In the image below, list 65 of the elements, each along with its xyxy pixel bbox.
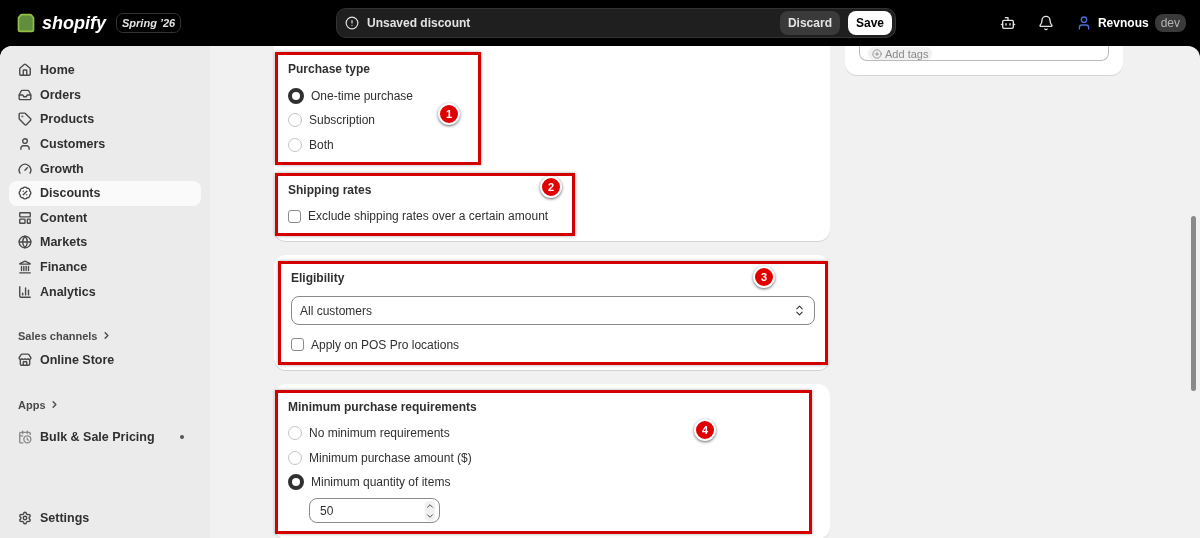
callout-number: 4 (694, 418, 716, 441)
sidebar-item[interactable]: Online Store (9, 347, 201, 373)
environment-badge: dev (1154, 14, 1186, 32)
inbox-icon (18, 87, 32, 102)
unsaved-notice-text: Unsaved discount (367, 16, 472, 30)
store-name: Revnous (1097, 16, 1149, 30)
sidebar-app-item[interactable]: Bulk & Sale Pricing (9, 424, 201, 450)
globe-icon (18, 235, 32, 250)
sidebar-item[interactable]: Analytics (9, 279, 201, 304)
layout-icon (18, 210, 32, 225)
person-icon (18, 137, 32, 152)
store-icon (18, 353, 32, 368)
section-title: Eligibility (291, 271, 345, 285)
discard-button[interactable]: Discard (779, 11, 840, 35)
house-icon (18, 63, 32, 78)
calendar-clock-icon (18, 429, 32, 444)
settings-icon (18, 510, 32, 525)
percent-badge-icon (18, 186, 32, 201)
scrollbar[interactable] (1191, 216, 1196, 391)
sidebar-section-link[interactable]: Sales channels (9, 323, 201, 348)
select-chevrons-icon (793, 304, 806, 317)
radio-button[interactable] (288, 87, 304, 104)
sidebar-item[interactable]: Markets (9, 230, 201, 255)
sidebar-section-link[interactable]: Apps (9, 392, 201, 417)
sidebar-item[interactable]: Discounts (9, 180, 201, 206)
sidebar-item[interactable]: Customers (9, 131, 201, 157)
sidebar-item[interactable]: Orders (9, 82, 201, 108)
save-button[interactable]: Save (847, 11, 892, 35)
radio-option[interactable]: Minimum purchase amount ($) (288, 449, 472, 467)
brand-name: shopify (42, 12, 106, 34)
settings-item[interactable]: Settings (9, 505, 201, 530)
sidebar-item[interactable]: Products (9, 107, 201, 132)
status-dot-icon (180, 434, 184, 439)
callout-number: 1 (438, 103, 460, 125)
radio-option[interactable]: One-time purchase (288, 87, 414, 105)
bank-icon (18, 260, 32, 275)
checkbox[interactable] (291, 338, 304, 352)
alert-icon (345, 16, 359, 30)
stepper-icon[interactable] (425, 500, 435, 521)
customer-select[interactable]: All customers (291, 296, 815, 325)
gauge-icon (18, 161, 32, 176)
edition-badge: Spring ’26 (116, 13, 182, 33)
radio-option[interactable]: Both (288, 136, 334, 154)
tag-icon (18, 112, 32, 127)
quantity-field[interactable]: 50 (309, 498, 440, 523)
bar-chart-icon (18, 284, 32, 299)
section-title: Minimum purchase requirements (288, 399, 477, 414)
plus-circle-icon (872, 48, 882, 59)
radio-button[interactable] (288, 474, 304, 491)
section-title: Shipping rates (288, 182, 372, 197)
robot-face-icon[interactable] (999, 15, 1016, 31)
checkbox-option[interactable]: Exclude shipping rates over a certain amount (288, 207, 549, 225)
checkbox[interactable] (288, 209, 301, 223)
checkbox-option[interactable]: Apply on POS Pro locations (291, 336, 460, 354)
callout-number: 3 (753, 266, 775, 288)
radio-option[interactable]: No minimum requirements (288, 424, 450, 442)
sidebar-item[interactable]: Home (9, 58, 201, 83)
callout-number: 2 (540, 175, 562, 198)
sidebar-item[interactable]: Finance (9, 254, 201, 280)
sidebar-item[interactable]: Content (9, 205, 201, 231)
notification-bell-icon[interactable] (1037, 15, 1054, 31)
radio-option[interactable]: Subscription (288, 111, 376, 129)
sidebar-item[interactable]: Growth (9, 156, 201, 181)
radio-option[interactable]: Minimum quantity of items (288, 473, 451, 491)
section-title: Purchase type (288, 62, 371, 76)
